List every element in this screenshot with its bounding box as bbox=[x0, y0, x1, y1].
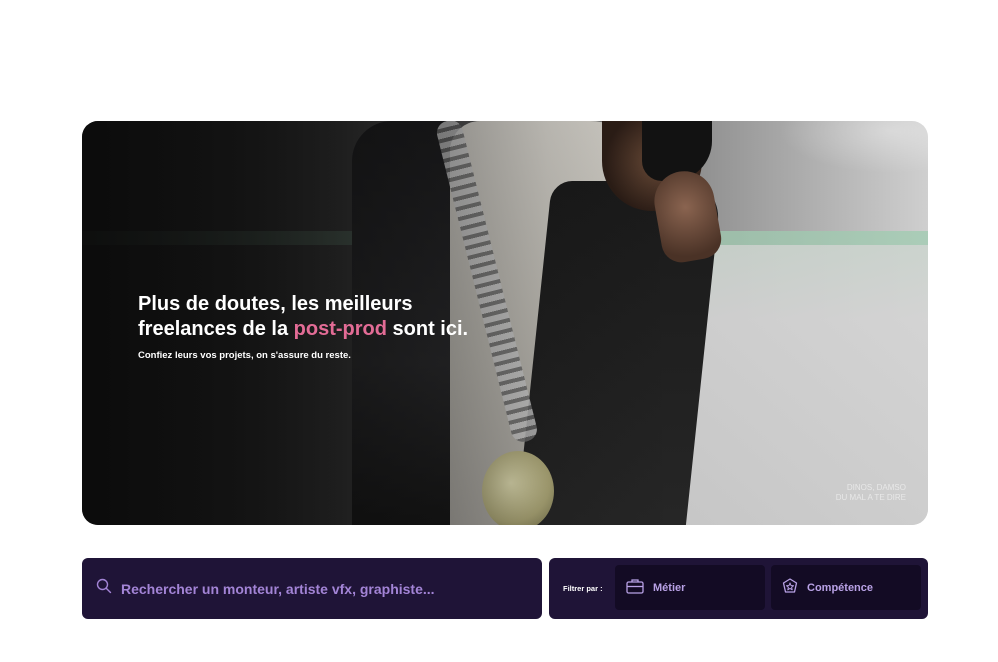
filter-metier-button[interactable]: Métier bbox=[615, 565, 765, 610]
search-input[interactable] bbox=[121, 580, 521, 597]
image-credit-title: DU MAL A TE DIRE bbox=[835, 493, 906, 502]
filter-label: Filtrer par : bbox=[563, 584, 603, 593]
filter-competence-button[interactable]: Compétence bbox=[771, 565, 921, 610]
hero-title-accent: post-prod bbox=[293, 318, 387, 340]
star-badge-icon bbox=[782, 578, 807, 597]
filter-panel: Filtrer par : Métier Compétence bbox=[549, 558, 928, 619]
hero-title-line1: Plus de doutes, les meilleurs bbox=[138, 293, 413, 315]
briefcase-icon bbox=[626, 578, 653, 597]
search-icon bbox=[96, 578, 121, 599]
filter-metier-label: Métier bbox=[653, 581, 686, 594]
image-credit: DINOS, DAMSO DU MAL A TE DIRE bbox=[836, 483, 906, 503]
hero-title-line2-post: sont ici. bbox=[386, 318, 469, 340]
hero-subtitle: Confiez leurs vos projets, on s'assure d… bbox=[138, 350, 351, 361]
filter-competence-label: Compétence bbox=[807, 581, 874, 594]
hero-banner: Plus de doutes, les meilleurs freelances… bbox=[82, 121, 928, 525]
image-credit-artist: DINOS, DAMSO bbox=[846, 483, 906, 492]
search-bar[interactable] bbox=[82, 558, 542, 619]
hero-title-line2-pre: freelances de la bbox=[138, 318, 294, 340]
hero-title: Plus de doutes, les meilleurs freelances… bbox=[138, 292, 558, 342]
hero-text-block: Plus de doutes, les meilleurs freelances… bbox=[138, 292, 558, 361]
